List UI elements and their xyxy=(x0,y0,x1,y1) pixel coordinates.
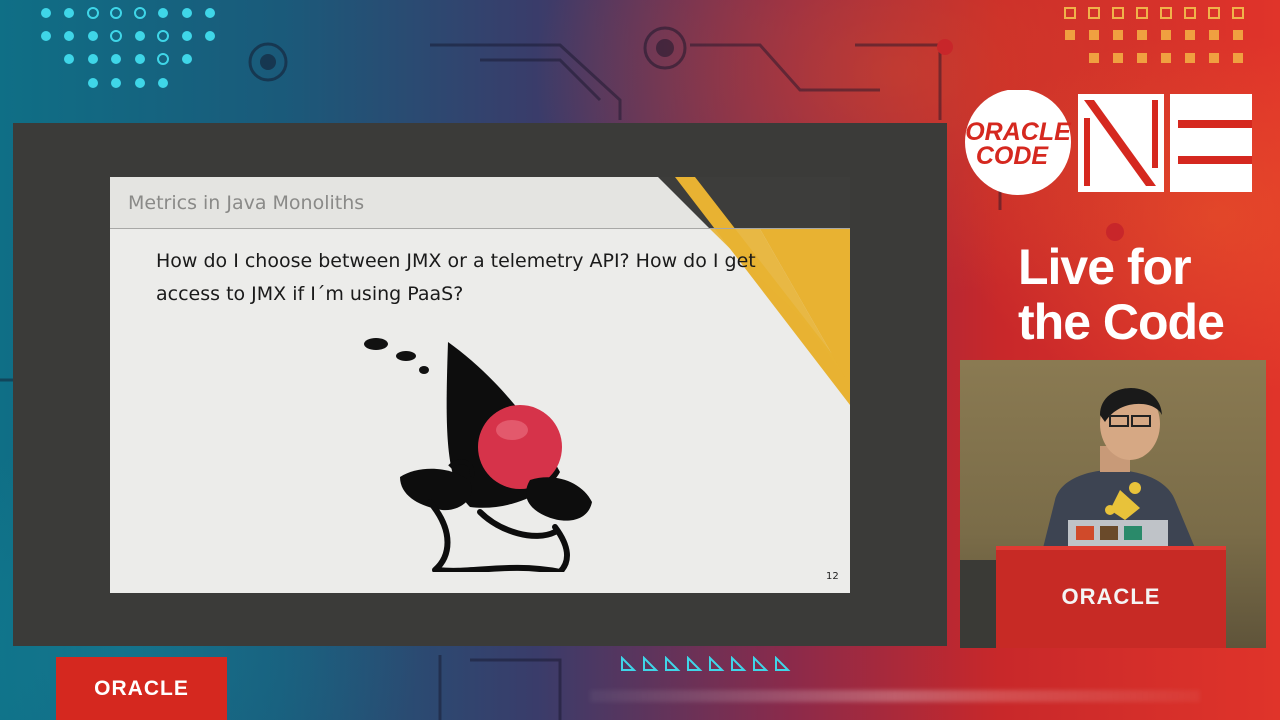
oracle-logo-text: ORACLE xyxy=(94,677,189,700)
event-tagline: Live for the Code xyxy=(1018,240,1268,350)
logo-code-text: CODE xyxy=(976,142,1050,170)
slide-body-line-2: access to JMX if I´m using PaaS? xyxy=(156,283,464,305)
slide-body-line-1: How do I choose between JMX or a telemet… xyxy=(156,250,756,272)
dot-grid-decoration xyxy=(41,7,215,88)
speaker-camera-feed: ORACLE xyxy=(960,360,1266,648)
java-duke-mascot-icon xyxy=(364,338,592,572)
oracle-podium: ORACLE xyxy=(996,546,1226,648)
podium-oracle-label: ORACLE xyxy=(1061,584,1161,609)
triangle-row-decoration xyxy=(621,656,791,671)
square-grid-decoration xyxy=(1064,7,1244,63)
bottom-light-bar xyxy=(590,690,1200,702)
slide-header-rule xyxy=(110,228,850,229)
tagline-line-1: Live for xyxy=(1018,239,1192,295)
tagline-line-2: the Code xyxy=(1018,294,1225,350)
oracle-logo-box: ORACLE xyxy=(56,657,227,720)
slide-page-number: 12 xyxy=(826,571,839,582)
slide-body-text: How do I choose between JMX or a telemet… xyxy=(156,245,796,311)
oracle-code-one-logo: ORACLE CODE xyxy=(965,90,1252,195)
presentation-slide: Metrics in Java Monoliths How do I choos… xyxy=(110,177,850,593)
